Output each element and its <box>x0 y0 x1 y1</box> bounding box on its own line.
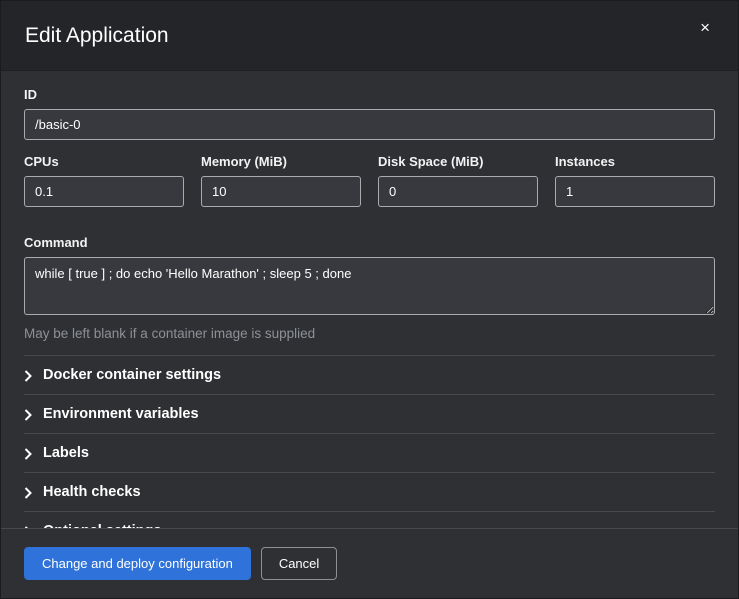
disk-label: Disk Space (MiB) <box>378 154 538 169</box>
cpus-field-group: CPUs <box>24 154 184 207</box>
chevron-right-icon <box>24 487 32 499</box>
section-health-checks[interactable]: Health checks <box>24 472 715 511</box>
section-label: Labels <box>43 445 89 461</box>
chevron-right-icon <box>24 448 32 460</box>
section-environment-variables[interactable]: Environment variables <box>24 394 715 433</box>
modal-header: Edit Application × <box>1 1 738 71</box>
section-label: Docker container settings <box>43 367 221 383</box>
command-help-text: May be left blank if a container image i… <box>24 326 715 341</box>
cancel-button[interactable]: Cancel <box>261 547 337 580</box>
section-label: Health checks <box>43 484 141 500</box>
command-input[interactable]: while [ true ] ; do echo 'Hello Marathon… <box>24 257 715 315</box>
close-icon[interactable]: × <box>696 15 714 40</box>
resources-row: CPUs Memory (MiB) Disk Space (MiB) Insta… <box>24 154 715 221</box>
modal-footer: Change and deploy configuration Cancel <box>1 528 738 598</box>
disk-input[interactable] <box>378 176 538 207</box>
command-field-group: Command while [ true ] ; do echo 'Hello … <box>24 235 715 341</box>
collapsible-sections: Docker container settings Environment va… <box>24 355 715 528</box>
cpus-label: CPUs <box>24 154 184 169</box>
section-labels[interactable]: Labels <box>24 433 715 472</box>
disk-field-group: Disk Space (MiB) <box>378 154 538 207</box>
instances-label: Instances <box>555 154 715 169</box>
id-field-group: ID <box>24 87 715 140</box>
modal-body: ID CPUs Memory (MiB) Disk Space (MiB) In… <box>1 71 738 528</box>
instances-field-group: Instances <box>555 154 715 207</box>
edit-application-modal: Edit Application × ID CPUs Memory (MiB) … <box>0 0 739 599</box>
section-label: Environment variables <box>43 406 199 422</box>
command-label: Command <box>24 235 715 250</box>
memory-field-group: Memory (MiB) <box>201 154 361 207</box>
id-input[interactable] <box>24 109 715 140</box>
section-docker-container-settings[interactable]: Docker container settings <box>24 355 715 394</box>
modal-title: Edit Application <box>25 24 169 48</box>
id-label: ID <box>24 87 715 102</box>
section-optional-settings[interactable]: Optional settings <box>24 511 715 528</box>
chevron-right-icon <box>24 370 32 382</box>
change-and-deploy-button[interactable]: Change and deploy configuration <box>24 547 251 580</box>
memory-input[interactable] <box>201 176 361 207</box>
instances-input[interactable] <box>555 176 715 207</box>
cpus-input[interactable] <box>24 176 184 207</box>
memory-label: Memory (MiB) <box>201 154 361 169</box>
chevron-right-icon <box>24 409 32 421</box>
